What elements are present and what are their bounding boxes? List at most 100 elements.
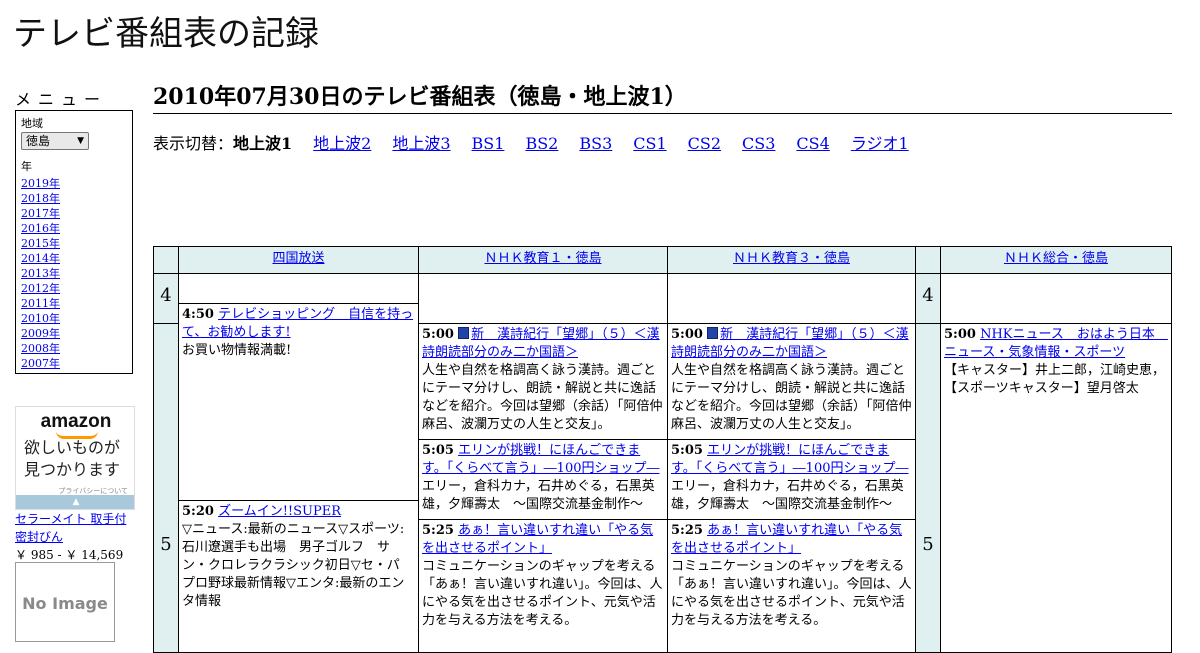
site-title: テレビ番組表の記録 bbox=[13, 14, 319, 54]
year-link-2016[interactable]: 2016年 bbox=[21, 222, 60, 235]
ad-product: セラーメイト 取手付 密封びん ￥ 985 - ￥ 14,569 bbox=[15, 510, 140, 564]
switch-link-bs2[interactable]: BS2 bbox=[525, 134, 558, 153]
program-cell: 5:25 あぁ！言い違いすれ違い「やる気を出させるポイント」 コミュニケーション… bbox=[667, 519, 916, 653]
switch-link-radio1[interactable]: ラジオ1 bbox=[851, 134, 909, 153]
year-link-2017[interactable]: 2017年 bbox=[21, 207, 60, 220]
no-image-placeholder[interactable]: No Image bbox=[15, 562, 115, 642]
year-link-2009[interactable]: 2009年 bbox=[21, 327, 60, 340]
switch-link-chideji2[interactable]: 地上波2 bbox=[313, 134, 371, 153]
program-desc: ▽ニュース:最新のニュース▽スポーツ:石川遼選手も出場 男子ゴルフ サン・クロレ… bbox=[182, 522, 405, 609]
hour-label: 5 bbox=[160, 534, 172, 555]
program-desc: エリー，倉科カナ，石井めぐる，石黒英雄，夕輝壽太 ～国際交流基金制作～ bbox=[422, 479, 655, 512]
switch-link-cs4[interactable]: CS4 bbox=[796, 134, 829, 153]
year-link-2008[interactable]: 2008年 bbox=[21, 342, 60, 355]
schedule-table: 四国放送 ＮＨＫ教育１・徳島 ＮＨＫ教育３・徳島 ＮＨＫ総合・徳島 4 5 4:… bbox=[153, 246, 1172, 653]
header-corner-mid bbox=[915, 246, 941, 274]
program-desc: コミュニケーションのギャップを考える「あぁ！言い違いすれ違い」。今回は、人にやる… bbox=[422, 559, 663, 628]
program-time: 5:05 bbox=[671, 443, 703, 458]
channel-header: ＮＨＫ教育１・徳島 bbox=[418, 246, 668, 274]
program-title-link[interactable]: テレビショッピング 自信を持って、お勧めします! bbox=[182, 307, 413, 340]
chevron-up-icon: ▲ bbox=[72, 497, 80, 507]
program-time: 5:25 bbox=[671, 523, 703, 538]
switch-current: 地上波1 bbox=[233, 134, 293, 153]
program-cell: 5:00 NHKニュース おはよう日本 ニュース・気象情報・スポーツ 【キャスタ… bbox=[940, 323, 1172, 653]
channel-header: ＮＨＫ総合・徳島 bbox=[940, 246, 1172, 274]
program-desc: 【キャスター】井上二郎，江崎史恵，【スポーツキャスター】望月啓太 bbox=[944, 363, 1166, 396]
hour-label: 4 bbox=[160, 285, 172, 306]
program-title-link[interactable]: ズームイン!!SUPER bbox=[218, 504, 341, 519]
hour-cell: 4 bbox=[915, 273, 941, 324]
header-corner-left bbox=[153, 246, 179, 274]
empty-slot bbox=[418, 273, 668, 324]
switch-label: 表示切替： bbox=[153, 134, 234, 153]
channel-link-shikoku[interactable]: 四国放送 bbox=[272, 251, 324, 266]
empty-slot bbox=[667, 273, 916, 324]
program-title-link[interactable]: NHKニュース おはよう日本 ニュース・気象情報・スポーツ bbox=[944, 327, 1168, 360]
ad-product-price: ￥ 985 - ￥ 14,569 bbox=[15, 548, 124, 562]
program-time: 5:25 bbox=[422, 523, 454, 538]
year-link-2015[interactable]: 2015年 bbox=[21, 237, 60, 250]
switch-link-bs3[interactable]: BS3 bbox=[579, 134, 612, 153]
year-link-2019[interactable]: 2019年 bbox=[21, 177, 60, 190]
switch-link-cs1[interactable]: CS1 bbox=[633, 134, 666, 153]
hour-cell: 5 bbox=[153, 323, 179, 653]
hour-label: 5 bbox=[922, 534, 934, 555]
channel-header: 四国放送 bbox=[178, 246, 419, 274]
program-cell: 4:50 テレビショッピング 自信を持って、お勧めします! お買い物情報満載! bbox=[178, 303, 419, 501]
program-desc: コミュニケーションのギャップを考える「あぁ！言い違いすれ違い」。今回は、人にやる… bbox=[671, 559, 912, 628]
program-desc: 人生や自然を格調高く詠う漢詩。週ごとにテーマ分けし、朗読・解説と共に逸話などを紹… bbox=[671, 363, 912, 432]
program-title-link[interactable]: エリンが挑戦！にほんごできます。「くらべて言う」―100円ショップ― bbox=[422, 443, 660, 476]
bilingual-icon bbox=[707, 327, 719, 339]
program-cell: 5:05 エリンが挑戦！にほんごできます。「くらべて言う」―100円ショップ― … bbox=[418, 439, 668, 520]
switch-link-cs3[interactable]: CS3 bbox=[742, 134, 775, 153]
program-cell: 5:25 あぁ！言い違いすれ違い「やる気を出させるポイント」 コミュニケーション… bbox=[418, 519, 668, 653]
menu-box: 地域 徳島 ▼ 年 2019年 2018年 2017年 2016年 2015年 … bbox=[15, 110, 133, 374]
amazon-ad-banner[interactable]: amazon 欲しいものが見つかります プライバシーについて ▲ bbox=[15, 406, 135, 510]
year-link-2010[interactable]: 2010年 bbox=[21, 312, 60, 325]
ad-product-link[interactable]: セラーメイト 取手付 密封びん bbox=[15, 512, 126, 544]
program-time: 5:00 bbox=[944, 327, 976, 342]
program-cell: 5:05 エリンが挑戦！にほんごできます。「くらべて言う」―100円ショップ― … bbox=[667, 439, 916, 520]
program-title-link[interactable]: あぁ！言い違いすれ違い「やる気を出させるポイント」 bbox=[422, 523, 653, 556]
program-desc: お買い物情報満載! bbox=[182, 343, 292, 358]
empty-slot bbox=[178, 273, 419, 304]
program-time: 5:05 bbox=[422, 443, 454, 458]
program-desc: 人生や自然を格調高く詠う漢詩。週ごとにテーマ分けし、朗読・解説と共に逸話などを紹… bbox=[422, 363, 663, 432]
channel-link-nhk-edu3[interactable]: ＮＨＫ教育３・徳島 bbox=[733, 251, 850, 266]
bilingual-icon bbox=[458, 327, 470, 339]
channel-link-nhk-general[interactable]: ＮＨＫ総合・徳島 bbox=[1004, 251, 1108, 266]
year-link-2014[interactable]: 2014年 bbox=[21, 252, 60, 265]
ad-expand-bar[interactable]: ▲ bbox=[16, 495, 134, 509]
region-label: 地域 bbox=[21, 117, 43, 130]
switch-link-chideji3[interactable]: 地上波3 bbox=[392, 134, 450, 153]
no-image-text: No Image bbox=[22, 594, 108, 613]
switch-link-bs1[interactable]: BS1 bbox=[472, 134, 505, 153]
region-select[interactable]: 徳島 ▼ bbox=[21, 132, 89, 150]
empty-slot bbox=[940, 273, 1172, 324]
year-link-2013[interactable]: 2013年 bbox=[21, 267, 60, 280]
hour-cell: 5 bbox=[915, 323, 941, 653]
channel-link-nhk-edu1[interactable]: ＮＨＫ教育１・徳島 bbox=[484, 251, 601, 266]
year-link-2007[interactable]: 2007年 bbox=[21, 357, 60, 370]
program-time: 5:00 bbox=[422, 327, 454, 342]
program-cell: 5:00 新 漢詩紀行「望郷」（５）＜漢詩朗読部分のみ二か国語＞ 人生や自然を格… bbox=[667, 323, 916, 440]
channel-header: ＮＨＫ教育３・徳島 bbox=[667, 246, 916, 274]
program-cell: 5:20 ズームイン!!SUPER ▽ニュース:最新のニュース▽スポーツ:石川遼… bbox=[178, 500, 419, 653]
switch-link-cs2[interactable]: CS2 bbox=[688, 134, 721, 153]
year-link-2012[interactable]: 2012年 bbox=[21, 282, 60, 295]
hour-cell: 4 bbox=[153, 273, 179, 324]
hour-label: 4 bbox=[922, 285, 934, 306]
program-title-link[interactable]: あぁ！言い違いすれ違い「やる気を出させるポイント」 bbox=[671, 523, 902, 556]
year-label: 年 bbox=[21, 160, 32, 173]
program-title-link[interactable]: エリンが挑戦！にほんごできます。「くらべて言う」―100円ショップ― bbox=[671, 443, 909, 476]
year-link-2018[interactable]: 2018年 bbox=[21, 192, 60, 205]
program-time: 5:00 bbox=[671, 327, 703, 342]
program-cell: 5:00 新 漢詩紀行「望郷」（５）＜漢詩朗読部分のみ二か国語＞ 人生や自然を格… bbox=[418, 323, 668, 440]
ad-copy: 欲しいものが見つかります bbox=[24, 438, 121, 479]
program-time: 5:20 bbox=[182, 504, 214, 519]
menu-heading: メニュー bbox=[15, 90, 108, 109]
year-list: 2019年 2018年 2017年 2016年 2015年 2014年 2013… bbox=[21, 176, 127, 371]
page-title: 2010年07月30日のテレビ番組表（徳島・地上波1） bbox=[153, 82, 1172, 114]
program-desc: エリー，倉科カナ，石井めぐる，石黒英雄，夕輝壽太 ～国際交流基金制作～ bbox=[671, 479, 904, 512]
year-link-2011[interactable]: 2011年 bbox=[21, 297, 60, 310]
